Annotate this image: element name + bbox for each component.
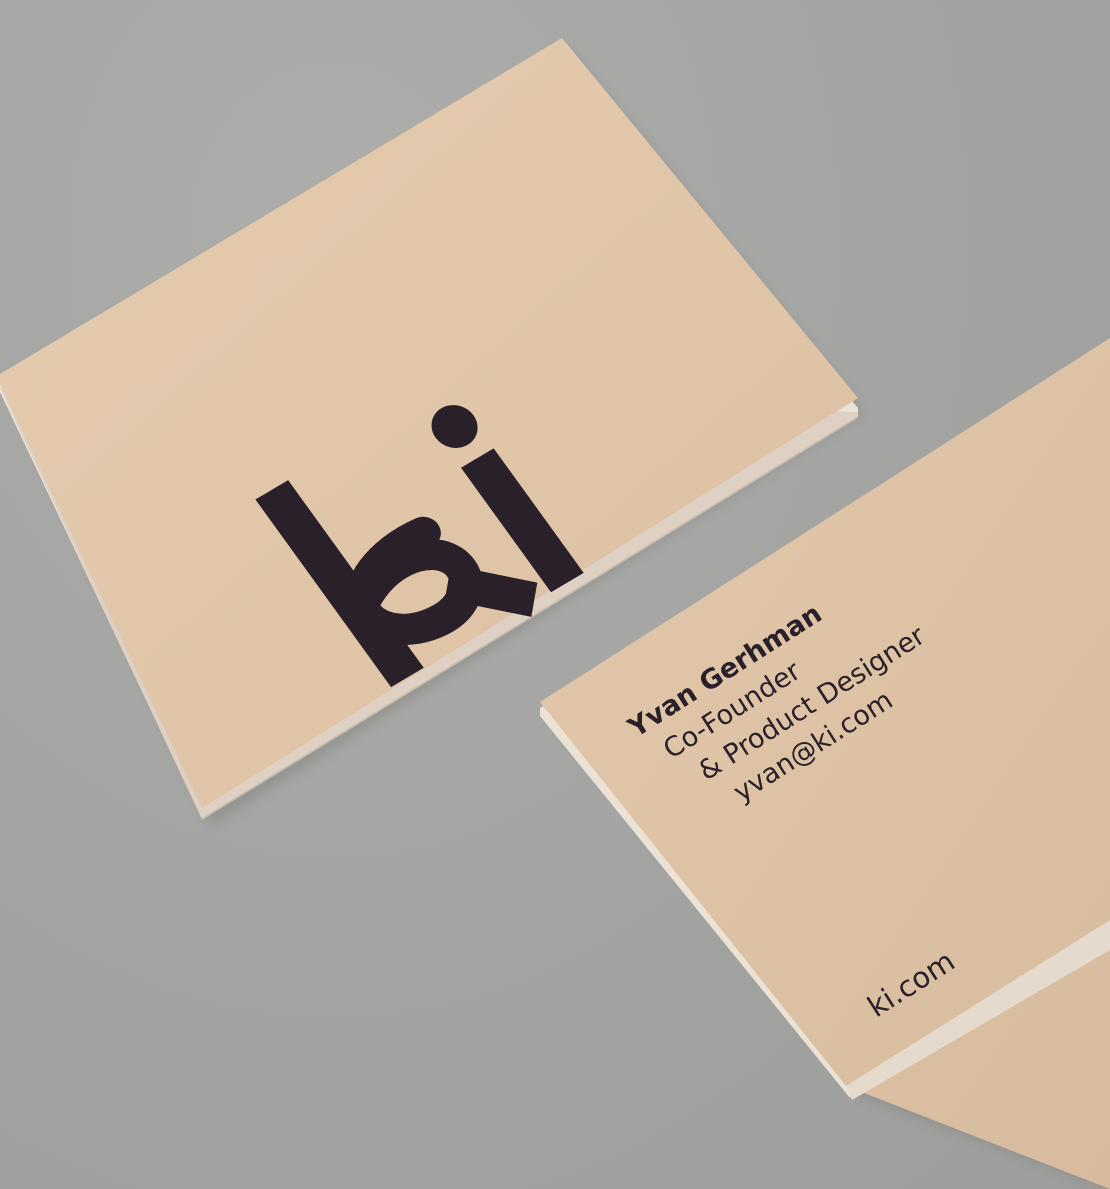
- scene-canvas: Yvan Gerhman Co-Founder & Product Design…: [0, 38, 1110, 1189]
- photo-scene: Yvan Gerhman Co-Founder & Product Design…: [0, 0, 1110, 1189]
